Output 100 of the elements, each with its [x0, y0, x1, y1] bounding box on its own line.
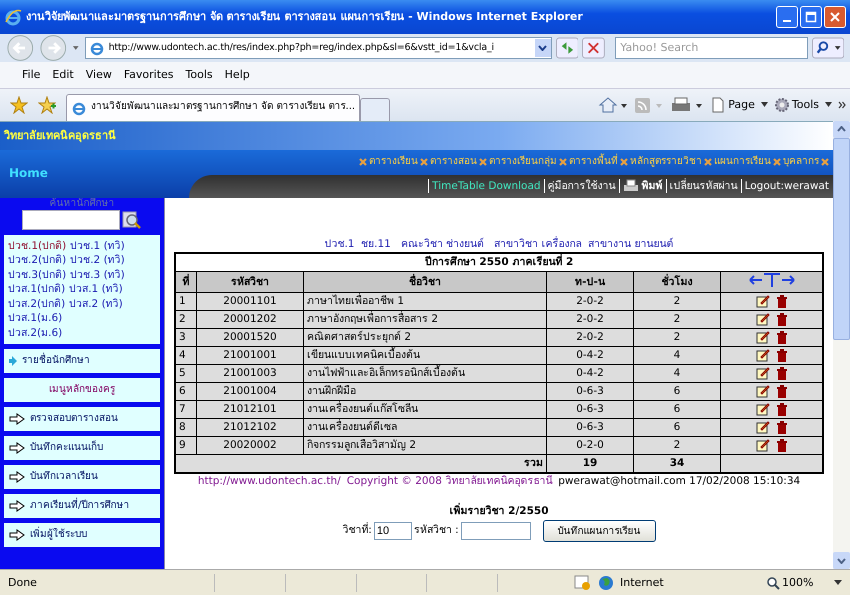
browser-tab[interactable]: งานวิจัยพัฒนาและมาตรฐานการศึกษา จัด ตารางเรียน ตาร...: [66, 94, 360, 121]
stop-button[interactable]: [582, 36, 606, 59]
delete-icon[interactable]: [776, 402, 788, 416]
tool-link[interactable]: Logout:werawat: [744, 180, 829, 193]
maximize-button[interactable]: [800, 6, 822, 28]
menu-item[interactable]: Help: [224, 68, 250, 82]
delete-icon[interactable]: [776, 384, 788, 398]
print-icon[interactable]: [670, 96, 704, 114]
menu-item[interactable]: Edit: [52, 68, 74, 82]
subject-number-field[interactable]: 10: [374, 522, 412, 540]
sidebar-item[interactable]: รายชื่อนักศึกษา: [4, 349, 160, 374]
level-link[interactable]: ปวส.2(ม.6): [8, 326, 62, 340]
nav-link[interactable]: บุคลากร: [783, 156, 819, 168]
delete-icon[interactable]: [776, 438, 788, 452]
scroll-up-icon[interactable]: [837, 126, 846, 132]
scroll-down-icon[interactable]: [837, 558, 846, 564]
home-icon[interactable]: [598, 96, 628, 114]
table-cell: 21012102: [196, 418, 304, 436]
search-icon[interactable]: [122, 210, 142, 230]
edit-icon[interactable]: [756, 402, 770, 416]
tools-menu-button[interactable]: Tools: [792, 98, 819, 112]
bullet-icon: [559, 158, 567, 166]
level-link[interactable]: ปวช.3 (ทวิ): [70, 268, 125, 282]
nav-link[interactable]: ตารางเรียนกลุ่ม: [489, 156, 557, 168]
scroll-thumb[interactable]: [833, 138, 850, 340]
table-cell: 2: [634, 292, 720, 310]
nav-link[interactable]: แผนการเรียน: [714, 156, 771, 168]
popup-blocked-icon: [574, 574, 592, 591]
edit-icon[interactable]: [756, 438, 770, 452]
edit-icon[interactable]: [756, 366, 770, 380]
caret-icon[interactable]: [825, 102, 832, 108]
level-link[interactable]: ปวช.2(ปกติ): [8, 253, 66, 268]
delete-icon[interactable]: [776, 312, 788, 326]
edit-icon[interactable]: [756, 420, 770, 434]
menu-item[interactable]: View: [86, 68, 112, 82]
student-search-field[interactable]: [22, 210, 120, 230]
subject-code-field[interactable]: [460, 522, 531, 540]
table-cell: 21012101: [196, 400, 304, 418]
zoom-icon[interactable]: [766, 576, 780, 590]
level-link[interactable]: ปวส.2(ปกติ): [8, 296, 66, 312]
tool-link[interactable]: เปลี่ยนรหัสผ่าน: [670, 180, 738, 193]
tool-link[interactable]: คู่มือการใช้งาน: [548, 180, 616, 193]
sidebar-item[interactable]: เพิ่มผู้ใช้ระบบ: [4, 523, 160, 548]
home-link[interactable]: Home: [0, 166, 48, 182]
browser-icon: [4, 8, 22, 26]
edit-icon[interactable]: [756, 384, 770, 398]
zoom-dropdown-icon[interactable]: [834, 580, 842, 586]
chevron-icon[interactable]: [838, 100, 846, 109]
table-cell: ภาษาอังกฤษเพื่อการสื่อสาร 2: [304, 310, 546, 328]
table-cell: เขียนแบบเทคนิคเบื้องต้น: [304, 346, 546, 364]
nav-link[interactable]: ตารางสอน: [430, 156, 477, 168]
delete-icon[interactable]: [776, 366, 788, 380]
level-link[interactable]: ปวช.3(ปกติ): [8, 268, 66, 282]
nav-link[interactable]: ตารางพื้นที่: [569, 156, 618, 168]
add-favorite-icon[interactable]: [38, 96, 56, 114]
favorites-star-icon[interactable]: [10, 96, 28, 114]
level-link[interactable]: ปวช.1 (ทวิ): [70, 238, 125, 254]
arrow-icon: [9, 529, 25, 542]
sidebar-item[interactable]: ตรวจสอบตารางสอน: [4, 407, 160, 432]
tool-link[interactable]: พิมพ์: [642, 180, 663, 193]
address-field[interactable]: http://www.udontech.ac.th/res/index.php?ph=reg/index.php&sl=6&vstt_id=1&vcla_i: [84, 36, 552, 59]
menu-item[interactable]: File: [22, 68, 40, 82]
search-button[interactable]: [812, 36, 844, 59]
delete-icon[interactable]: [776, 294, 788, 308]
level-link[interactable]: ปวช.1(ปกติ): [8, 238, 66, 254]
refresh-button[interactable]: [556, 36, 578, 59]
page-icon[interactable]: [710, 96, 726, 113]
zoom-level[interactable]: 100%: [782, 576, 828, 590]
site-link[interactable]: http://www.udontech.ac.th/: [198, 474, 341, 488]
table-cell: 9: [175, 436, 196, 454]
page-menu-button[interactable]: Page: [728, 98, 755, 112]
level-link[interactable]: ปวช.2 (ทวิ): [70, 253, 125, 268]
edit-icon[interactable]: [756, 330, 770, 344]
delete-icon[interactable]: [776, 330, 788, 344]
sidebar-item[interactable]: บันทึกเวลาเรียน: [4, 465, 160, 490]
forward-button[interactable]: [38, 32, 68, 63]
level-link[interactable]: ปวส.2 (ทวิ): [69, 296, 123, 312]
sidebar-item[interactable]: บันทึกคะแนนเก็บ: [4, 436, 160, 460]
delete-icon[interactable]: [776, 348, 788, 362]
sidebar-item[interactable]: ภาคเรียนที่/ปีการศึกษา: [4, 494, 160, 518]
level-link[interactable]: ปวส.1(ม.6): [8, 311, 62, 326]
gear-icon[interactable]: [774, 96, 790, 113]
level-link[interactable]: ปวส.1(ปกติ): [8, 282, 66, 297]
back-button[interactable]: [6, 32, 35, 63]
close-button[interactable]: [824, 6, 846, 28]
nav-link[interactable]: ตารางเรียน: [369, 156, 418, 168]
edit-icon[interactable]: [756, 294, 770, 308]
address-dropdown-icon[interactable]: [534, 38, 551, 57]
menu-item[interactable]: Tools: [186, 68, 213, 82]
caret-icon[interactable]: [760, 102, 768, 108]
edit-icon[interactable]: [756, 312, 770, 326]
minimize-button[interactable]: [776, 6, 798, 28]
delete-icon[interactable]: [776, 420, 788, 434]
nav-link[interactable]: หลักสูตรรายวิชา: [630, 156, 702, 168]
menu-item[interactable]: Favorites: [124, 68, 174, 82]
edit-icon[interactable]: [756, 348, 770, 362]
history-dropdown-icon[interactable]: [71, 44, 81, 52]
level-link[interactable]: ปวส.1 (ทวิ): [69, 282, 123, 297]
tool-link[interactable]: TimeTable Download: [432, 180, 541, 193]
save-plan-button[interactable]: บันทึกแผนการเรียน: [542, 520, 656, 542]
